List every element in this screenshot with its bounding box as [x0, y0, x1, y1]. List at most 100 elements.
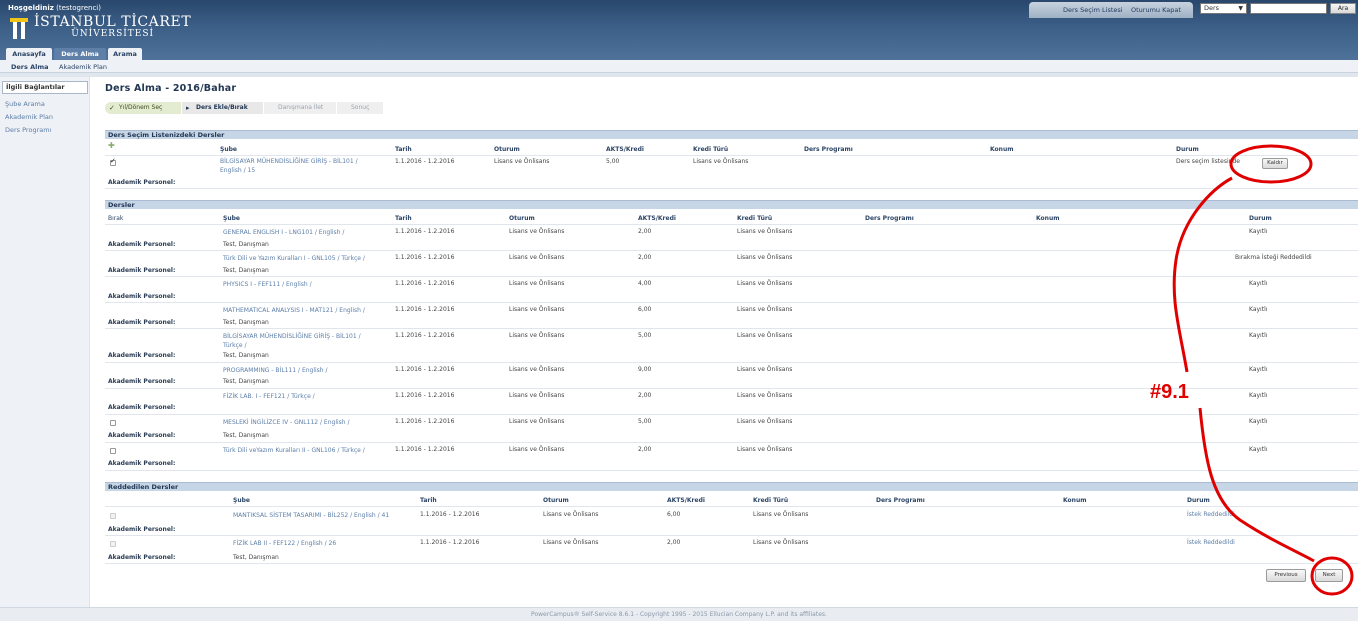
- sidebar-item-academic-plan[interactable]: Akademik Plan: [5, 113, 53, 121]
- remove-button[interactable]: Kaldır: [1262, 158, 1288, 169]
- course-status: Bırakma İsteği Reddedildi: [1235, 254, 1312, 261]
- divider: [105, 535, 1358, 536]
- col-header: Bırak: [108, 215, 124, 222]
- divider: [105, 328, 1358, 329]
- add-icon[interactable]: ✚: [108, 141, 115, 150]
- selection-checkbox[interactable]: [110, 157, 116, 166]
- col-header: AKTS/Kredi: [667, 497, 705, 504]
- col-header: Tarih: [395, 146, 412, 153]
- course-link[interactable]: FİZİK LAB. I - FEF121 / Türkçe /: [223, 392, 315, 401]
- previous-button[interactable]: Previous: [1266, 569, 1306, 582]
- divider: [105, 250, 1358, 251]
- col-header: Tarih: [420, 497, 437, 504]
- sub-nav-course-registration[interactable]: Ders Alma: [11, 63, 49, 71]
- course-date: 1.1.2016 - 1.2.2016: [395, 332, 455, 339]
- staff-label: Akademik Personel:: [108, 404, 176, 411]
- course-credit-type: Lisans ve Önlisans: [737, 392, 793, 399]
- course-selection-list-link[interactable]: Ders Seçim Listesi: [1063, 6, 1123, 14]
- divider: [105, 442, 1358, 443]
- step-send-advisor: Danışmana İlet: [264, 102, 336, 114]
- course-link[interactable]: PHYSICS I - FEF111 / English /: [223, 280, 312, 289]
- course-link[interactable]: PROGRAMMING - BİL111 / English /: [223, 366, 328, 375]
- course-link[interactable]: MATHEMATICAL ANALYSIS I - MAT121 / Engli…: [223, 306, 365, 315]
- divider: [105, 506, 1358, 507]
- university-logo-icon: [10, 18, 28, 39]
- col-header: Durum: [1187, 497, 1210, 504]
- divider: [0, 73, 1358, 77]
- course-link[interactable]: MESLEKİ İNGİLİZCE IV - GNL112 / English …: [223, 418, 350, 427]
- staff-name: Test, Danışman: [223, 432, 269, 439]
- step-result: Sonuç: [337, 102, 383, 114]
- course-credit-type: Lisans ve Önlisans: [753, 539, 809, 546]
- col-header: AKTS/Kredi: [638, 215, 676, 222]
- course-session: Lisans ve Önlisans: [509, 280, 565, 287]
- divider: [105, 188, 1358, 189]
- course-credits: 6,00: [667, 511, 681, 518]
- course-credits: 6,00: [638, 306, 652, 313]
- divider: [105, 302, 1358, 303]
- course-link[interactable]: Türk Dili veYazım Kuralları II - GNL106 …: [223, 446, 365, 455]
- course-date: 1.1.2016 - 1.2.2016: [395, 418, 455, 425]
- col-header: AKTS/Kredi: [606, 146, 644, 153]
- staff-label: Akademik Personel:: [108, 460, 176, 467]
- staff-label: Akademik Personel:: [108, 432, 176, 439]
- course-date: 1.1.2016 - 1.2.2016: [395, 158, 455, 165]
- col-header: Şube: [223, 215, 240, 222]
- course-link[interactable]: GENERAL ENGLISH I - LNG101 / English /: [223, 228, 344, 237]
- sub-nav-academic-plan[interactable]: Akademik Plan: [59, 63, 107, 71]
- course-date: 1.1.2016 - 1.2.2016: [395, 228, 455, 235]
- course-credits: 5,00: [606, 158, 620, 165]
- course-status: Kayıtlı: [1249, 306, 1268, 313]
- divider: [105, 362, 1358, 363]
- col-header: Kredi Türü: [753, 497, 789, 504]
- search-button[interactable]: Ara: [1330, 3, 1356, 14]
- course-link[interactable]: BİLGİSAYAR MÜHENDİSLİĞİNE GİRİŞ - BİL101…: [220, 157, 358, 175]
- next-button[interactable]: Next: [1315, 569, 1343, 582]
- course-link[interactable]: Türk Dili ve Yazım Kuralları I - GNL105 …: [223, 254, 365, 263]
- course-credit-type: Lisans ve Önlisans: [753, 511, 809, 518]
- drop-checkbox[interactable]: [110, 448, 116, 454]
- course-date: 1.1.2016 - 1.2.2016: [395, 254, 455, 261]
- search-input[interactable]: [1250, 3, 1327, 14]
- course-status: Kayıtlı: [1249, 280, 1268, 287]
- course-status: İstek Reddedildi: [1187, 539, 1235, 546]
- drop-checkbox[interactable]: [110, 420, 116, 426]
- tab-course-registration[interactable]: Ders Alma: [54, 48, 106, 60]
- sub-navigation: Ders Alma Akademik Plan: [0, 60, 1358, 73]
- col-header: Tarih: [395, 215, 412, 222]
- course-link[interactable]: MANTIKSAL SİSTEM TASARIMI - BİL252 / Eng…: [233, 511, 389, 520]
- course-session: Lisans ve Önlisans: [509, 254, 565, 261]
- course-link[interactable]: FİZİK LAB II - FEF122 / English / 26: [233, 539, 336, 548]
- col-header: Oturum: [509, 215, 535, 222]
- divider: [105, 414, 1358, 415]
- tab-home[interactable]: Anasayfa: [6, 48, 52, 60]
- staff-label: Akademik Personel:: [108, 179, 176, 186]
- col-header: Ders Programı: [804, 146, 853, 153]
- step-select-term[interactable]: ✓ Yıl/Dönem Seç: [105, 102, 181, 114]
- welcome-text: Hoşgeldiniz (testogrenci): [8, 4, 101, 12]
- divider: [105, 224, 1358, 225]
- sidebar-item-section-search[interactable]: Şube Arama: [5, 100, 45, 108]
- course-credit-type: Lisans ve Önlisans: [737, 366, 793, 373]
- tab-search[interactable]: Arama: [108, 48, 142, 60]
- sidebar-header: İlgili Bağlantılar: [2, 81, 88, 94]
- col-header: Konum: [1063, 497, 1087, 504]
- course-date: 1.1.2016 - 1.2.2016: [395, 446, 455, 453]
- play-icon: ▸: [186, 104, 190, 112]
- logout-link[interactable]: Oturumu Kapat: [1131, 6, 1181, 14]
- staff-label: Akademik Personel:: [108, 241, 176, 248]
- course-credit-type: Lisans ve Önlisans: [737, 418, 793, 425]
- divider: [105, 276, 1358, 277]
- sidebar-item-course-schedule[interactable]: Ders Programı: [5, 126, 51, 134]
- staff-name: Test, Danışman: [223, 267, 269, 274]
- col-header: Şube: [220, 146, 237, 153]
- course-credits: 2,00: [638, 254, 652, 261]
- col-header: Ders Programı: [865, 215, 914, 222]
- course-link[interactable]: BİLGİSAYAR MÜHENDİSLİĞİNE GİRİŞ - BİL101…: [223, 332, 361, 350]
- course-session: Lisans ve Önlisans: [509, 306, 565, 313]
- course-credit-type: Lisans ve Önlisans: [737, 280, 793, 287]
- search-type-select[interactable]: Ders ▼: [1200, 3, 1247, 14]
- course-status: Kayıtlı: [1249, 446, 1268, 453]
- course-session: Lisans ve Önlisans: [543, 539, 599, 546]
- course-session: Lisans ve Önlisans: [494, 158, 550, 165]
